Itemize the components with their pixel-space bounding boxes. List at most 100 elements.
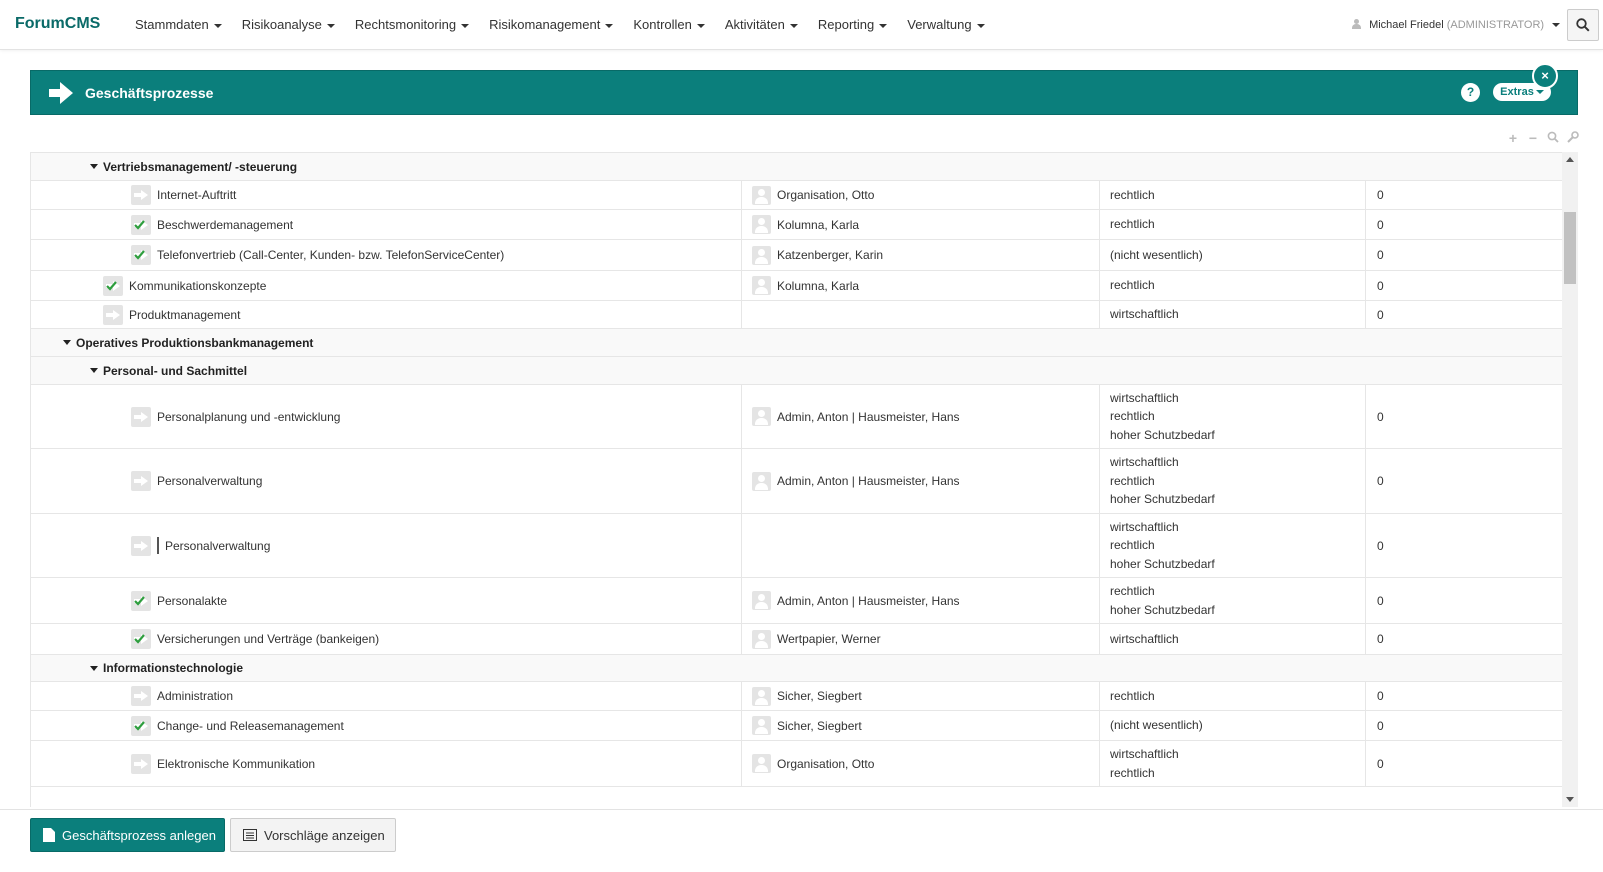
table-row[interactable]: Change- und Releasemanagement Sicher, Sie… [31,711,1563,741]
tree-group-row[interactable]: Personal- und Sachmittel [31,357,1563,385]
process-label[interactable]: Personalverwaltung [165,539,270,553]
owner-label: Katzenberger, Karin [777,248,884,262]
user-menu[interactable]: Michael Friedel (ADMINISTRATOR) [1352,0,1561,50]
caret-down-icon [213,23,222,28]
classification-cell: wirtschaftlich [1099,624,1365,654]
process-label[interactable]: Internet-Auftritt [157,188,236,202]
search-button[interactable] [1567,9,1599,41]
classification-cell: (nicht wesentlich) [1099,711,1365,740]
classification-cell: wirtschaftlich rechtlich hoher Schutzbedar… [1099,385,1365,448]
table-row[interactable]: Beschwerdemanagement Kolumna, Karla rechtl… [31,210,1563,240]
search-icon[interactable] [1546,131,1560,145]
show-suggestions-label: Vorschläge anzeigen [264,827,385,843]
process-icon [131,686,151,706]
nav-item-risikoanalyse[interactable]: Risikoanalyse [232,0,345,50]
process-name-cell: Kommunikationskonzepte [31,271,741,300]
classification-cell: (nicht wesentlich) [1099,240,1365,270]
process-label[interactable]: Produktmanagement [129,308,240,322]
owner-cell: Admin, Anton | Hausmeister, Hans [741,385,1099,448]
table-row[interactable]: Personalverwaltung Admin, Anton | Hausmei… [31,449,1563,514]
tree-group-row[interactable]: Informationstechnologie [31,655,1563,682]
create-process-button[interactable]: Geschäftsprozess anlegen [30,818,225,852]
plus-icon[interactable]: + [1506,131,1520,145]
process-label[interactable]: Versicherungen und Verträge (bankeigen) [157,632,379,646]
count-value: 0 [1377,188,1384,202]
table-row[interactable]: Administration Sicher, Siegbert rechtlich 0 [31,682,1563,711]
scroll-down-icon[interactable] [1566,797,1574,802]
nav-item-reporting[interactable]: Reporting [808,0,897,50]
process-icon [131,214,151,235]
count-value: 0 [1377,278,1384,293]
process-icon [131,406,151,427]
count-value: 0 [1377,718,1384,733]
count-cell: 0 [1365,578,1563,623]
nav-item-aktivitäten[interactable]: Aktivitäten [715,0,808,50]
wrench-icon[interactable] [1566,131,1580,145]
close-icon[interactable]: × [1532,63,1558,89]
footer-bar: Geschäftsprozess anlegen Vorschläge anze… [0,809,1603,872]
scroll-up-icon[interactable] [1566,157,1574,162]
minus-icon[interactable]: − [1526,131,1540,145]
person-icon [752,686,771,706]
table-row[interactable]: Internet-Auftritt Organisation, Otto recht… [31,181,1563,210]
classification-cell: rechtlich [1099,271,1365,300]
collapse-triangle-icon[interactable] [63,340,71,345]
caret-down-icon [1535,90,1544,95]
process-label[interactable]: Elektronische Kommunikation [157,757,315,771]
count-value: 0 [1377,756,1384,771]
main-menu: Stammdaten Risikoanalyse Rechtsmonitoring R… [125,0,995,50]
table-row[interactable]: Personalakte Admin, Anton | Hausmeister, … [31,578,1563,624]
process-label[interactable]: Personalverwaltung [157,474,262,488]
person-icon [752,591,771,610]
process-label[interactable]: Kommunikationskonzepte [129,279,266,293]
process-label[interactable]: Administration [157,689,233,703]
caret-down-icon [976,23,985,28]
owner-cell: Admin, Anton | Hausmeister, Hans [741,449,1099,513]
table-row[interactable]: Versicherungen und Verträge (bankeigen) W… [31,624,1563,655]
classification-label: rechtlich [1110,217,1155,232]
process-label[interactable]: Beschwerdemanagement [157,218,293,232]
nav-item-label: Risikoanalyse [241,17,322,32]
show-suggestions-button[interactable]: Vorschläge anzeigen [230,818,396,852]
nav-item-risikomanagement[interactable]: Risikomanagement [479,0,623,50]
checkmark-icon [134,595,145,606]
process-label[interactable]: Telefonvertrieb (Call-Center, Kunden- bz… [157,248,504,262]
help-icon[interactable]: ? [1461,83,1480,102]
collapse-triangle-icon[interactable] [90,665,98,671]
process-label[interactable]: Change- und Releasemanagement [157,719,344,733]
process-label[interactable]: Personalplanung und -entwicklung [157,410,340,424]
table-row[interactable]: Produktmanagement wirtschaftlich 0 [31,301,1563,329]
owner-cell [741,301,1099,328]
person-icon [752,245,771,265]
vertical-scrollbar[interactable] [1562,152,1578,807]
count-cell: 0 [1365,210,1563,239]
process-icon [131,753,151,774]
tree-group-row[interactable]: Operatives Produktionsbankmanagement [31,329,1563,357]
table-row[interactable]: Elektronische Kommunikation Organisation,… [31,741,1563,787]
count-value: 0 [1377,593,1384,608]
checkmark-icon [134,219,145,230]
classification-label: wirtschaftlich [1110,519,1179,534]
nav-item-verwaltung[interactable]: Verwaltung [897,0,994,50]
scrollbar-thumb[interactable] [1564,212,1576,284]
table-row[interactable]: Personalverwaltung wirtschaftlich rechtlic… [31,514,1563,578]
table-row[interactable]: Kommunikationskonzepte Kolumna, Karla rech… [31,271,1563,301]
table-row[interactable]: Personalplanung und -entwicklung Admin, A… [31,385,1563,449]
table-row[interactable]: Telefonvertrieb (Call-Center, Kunden- bz… [31,240,1563,271]
classification-label: rechtlich [1110,187,1155,202]
person-icon [752,471,771,491]
collapse-triangle-icon[interactable] [90,164,98,169]
nav-item-stammdaten[interactable]: Stammdaten [125,0,232,50]
process-name-cell: Produktmanagement [31,301,741,328]
classification-label: wirtschaftlich [1110,307,1179,322]
caret-down-icon [879,23,888,28]
brand-logo[interactable]: ForumCMS [15,15,100,33]
person-icon [752,185,771,205]
tree-group-row[interactable]: Vertriebsmanagement/ -steuerung [31,153,1563,181]
process-label[interactable]: Personalakte [157,594,227,608]
process-icon [131,715,151,736]
nav-item-rechtsmonitoring[interactable]: Rechtsmonitoring [345,0,479,50]
caret-down-icon [1552,23,1561,28]
collapse-triangle-icon[interactable] [90,368,98,373]
nav-item-kontrollen[interactable]: Kontrollen [623,0,715,50]
